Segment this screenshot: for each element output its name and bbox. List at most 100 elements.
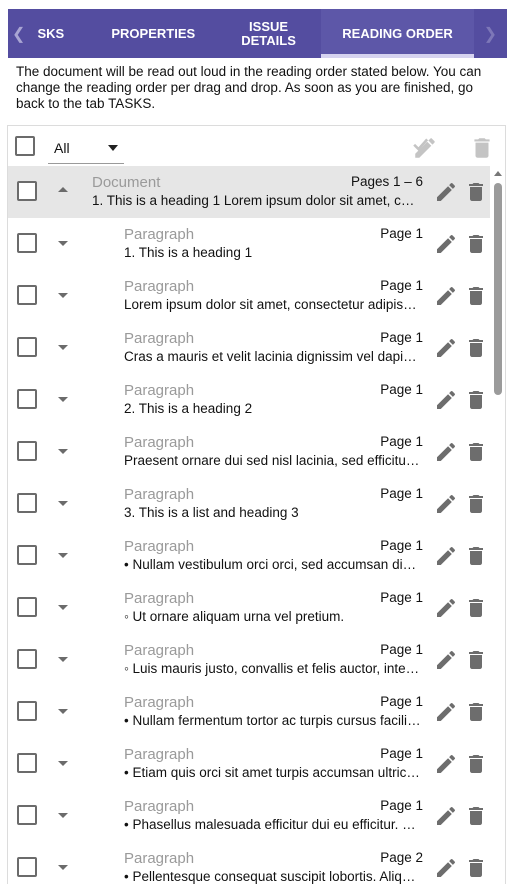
- filter-dropdown[interactable]: All: [48, 132, 124, 164]
- chevron-down-icon[interactable]: [58, 761, 68, 766]
- delete-icon[interactable]: [464, 700, 488, 724]
- row-checkbox[interactable]: [17, 285, 37, 305]
- scroll-up-arrow-icon[interactable]: [494, 171, 502, 176]
- paragraph-row[interactable]: Paragraph Page 1 • Nullam fermentum tortor…: [8, 686, 490, 738]
- delete-icon[interactable]: [464, 336, 488, 360]
- delete-icon[interactable]: [464, 440, 488, 464]
- row-type-label: Paragraph: [124, 642, 195, 659]
- select-all-checkbox[interactable]: [15, 136, 35, 156]
- chevron-down-icon[interactable]: [58, 709, 68, 714]
- row-checkbox[interactable]: [17, 649, 37, 669]
- delete-icon[interactable]: [464, 804, 488, 828]
- row-checkbox[interactable]: [17, 233, 37, 253]
- row-type-label: Paragraph: [124, 590, 195, 607]
- paragraph-row[interactable]: Paragraph Page 1 Cras a mauris et velit la…: [8, 322, 490, 374]
- tab-issue-details-line1: ISSUE: [249, 18, 289, 34]
- delete-icon[interactable]: [464, 544, 488, 568]
- edit-icon[interactable]: [434, 284, 458, 308]
- chevron-down-icon[interactable]: [58, 241, 68, 246]
- chevron-down-icon[interactable]: [58, 345, 68, 350]
- paragraph-row[interactable]: Paragraph Page 1 • Nullam vestibulum orci …: [8, 530, 490, 582]
- row-checkbox[interactable]: [17, 597, 37, 617]
- delete-icon[interactable]: [464, 648, 488, 672]
- row-checkbox[interactable]: [17, 857, 37, 877]
- row-text: • Phasellus malesuada efficitur dui eu e…: [124, 817, 422, 832]
- row-page-label: Pages 1 – 6: [350, 174, 423, 189]
- tab-sks[interactable]: SKS: [30, 9, 71, 58]
- edit-icon[interactable]: [434, 596, 458, 620]
- tab-issue-details[interactable]: ISSUE DETAILS: [216, 9, 322, 58]
- row-type-label: Paragraph: [124, 746, 195, 763]
- chevron-down-icon[interactable]: [58, 501, 68, 506]
- row-type-label: Paragraph: [124, 694, 195, 711]
- row-text: • Nullam vestibulum orci orci, sed accum…: [124, 557, 422, 572]
- delete-icon[interactable]: [464, 596, 488, 620]
- reading-order-list: Document Pages 1 – 6 1. This is a heading …: [8, 166, 490, 884]
- delete-icon[interactable]: [464, 180, 488, 204]
- tab-reading-order[interactable]: READING ORDER: [321, 9, 475, 58]
- tab-properties[interactable]: PROPERTIES: [91, 9, 216, 58]
- chevron-down-icon[interactable]: [58, 865, 68, 870]
- document-row[interactable]: Document Pages 1 – 6 1. This is a heading …: [8, 166, 490, 218]
- paragraph-row[interactable]: Paragraph Page 1 2. This is a heading 2: [8, 374, 490, 426]
- paragraph-row[interactable]: Paragraph Page 1 1. This is a heading 1: [8, 218, 490, 270]
- delete-icon[interactable]: [464, 492, 488, 516]
- chevron-up-icon[interactable]: [58, 187, 68, 192]
- scrollbar-thumb[interactable]: [494, 183, 502, 395]
- delete-icon[interactable]: [464, 752, 488, 776]
- row-checkbox[interactable]: [17, 545, 37, 565]
- row-checkbox[interactable]: [17, 337, 37, 357]
- paragraph-row[interactable]: Paragraph Page 1 3. This is a list and hea…: [8, 478, 490, 530]
- edit-icon[interactable]: [434, 544, 458, 568]
- row-type-label: Paragraph: [124, 486, 195, 503]
- row-checkbox[interactable]: [17, 753, 37, 773]
- row-page-label: Page 1: [380, 434, 423, 449]
- chevron-down-icon[interactable]: [58, 813, 68, 818]
- paragraph-row[interactable]: Paragraph Page 1 ◦ Ut ornare aliquam urna …: [8, 582, 490, 634]
- edit-icon[interactable]: [434, 440, 458, 464]
- row-checkbox[interactable]: [17, 389, 37, 409]
- row-type-label: Paragraph: [124, 226, 195, 243]
- chevron-down-icon[interactable]: [58, 449, 68, 454]
- edit-icon[interactable]: [434, 804, 458, 828]
- tab-scroll-right-icon[interactable]: ❯: [474, 9, 507, 58]
- edit-icon[interactable]: [434, 388, 458, 412]
- delete-icon[interactable]: [464, 284, 488, 308]
- edit-icon[interactable]: [434, 752, 458, 776]
- paragraph-row[interactable]: Paragraph Page 1 • Etiam quis orci sit ame…: [8, 738, 490, 790]
- chevron-down-icon[interactable]: [58, 397, 68, 402]
- row-type-label: Paragraph: [124, 330, 195, 347]
- edit-icon[interactable]: [434, 856, 458, 880]
- edit-icon[interactable]: [434, 336, 458, 360]
- tab-scroll-left-icon[interactable]: ❮: [8, 9, 30, 58]
- edit-icon[interactable]: [434, 648, 458, 672]
- edit-icon[interactable]: [434, 700, 458, 724]
- row-text: Cras a mauris et velit lacinia dignissim…: [124, 349, 422, 364]
- chevron-down-icon[interactable]: [58, 657, 68, 662]
- delete-icon[interactable]: [464, 856, 488, 880]
- delete-all-icon[interactable]: [469, 135, 495, 161]
- filter-dropdown-value: All: [54, 139, 70, 156]
- delete-icon[interactable]: [464, 388, 488, 412]
- chevron-down-icon[interactable]: [58, 605, 68, 610]
- row-checkbox[interactable]: [17, 701, 37, 721]
- delete-icon[interactable]: [464, 232, 488, 256]
- paragraph-row[interactable]: Paragraph Page 1 • Phasellus malesuada eff…: [8, 790, 490, 842]
- chevron-down-icon[interactable]: [58, 293, 68, 298]
- chevron-down-icon[interactable]: [58, 553, 68, 558]
- paragraph-row[interactable]: Paragraph Page 1 Praesent ornare dui sed n…: [8, 426, 490, 478]
- row-checkbox[interactable]: [17, 805, 37, 825]
- row-page-label: Page 1: [380, 642, 423, 657]
- row-page-label: Page 1: [380, 590, 423, 605]
- row-checkbox[interactable]: [17, 441, 37, 461]
- edit-icon[interactable]: [434, 492, 458, 516]
- row-checkbox[interactable]: [17, 493, 37, 513]
- paragraph-row[interactable]: Paragraph Page 1 ◦ Luis mauris justo, conv…: [8, 634, 490, 686]
- paragraph-row[interactable]: Paragraph Page 2 • Pellentesque consequat …: [8, 842, 490, 884]
- tab-issue-details-line2: DETAILS: [241, 32, 296, 48]
- paragraph-row[interactable]: Paragraph Page 1 Lorem ipsum dolor sit ame…: [8, 270, 490, 322]
- check-all-icon[interactable]: [412, 135, 438, 161]
- edit-icon[interactable]: [434, 180, 458, 204]
- row-checkbox[interactable]: [17, 181, 37, 201]
- edit-icon[interactable]: [434, 232, 458, 256]
